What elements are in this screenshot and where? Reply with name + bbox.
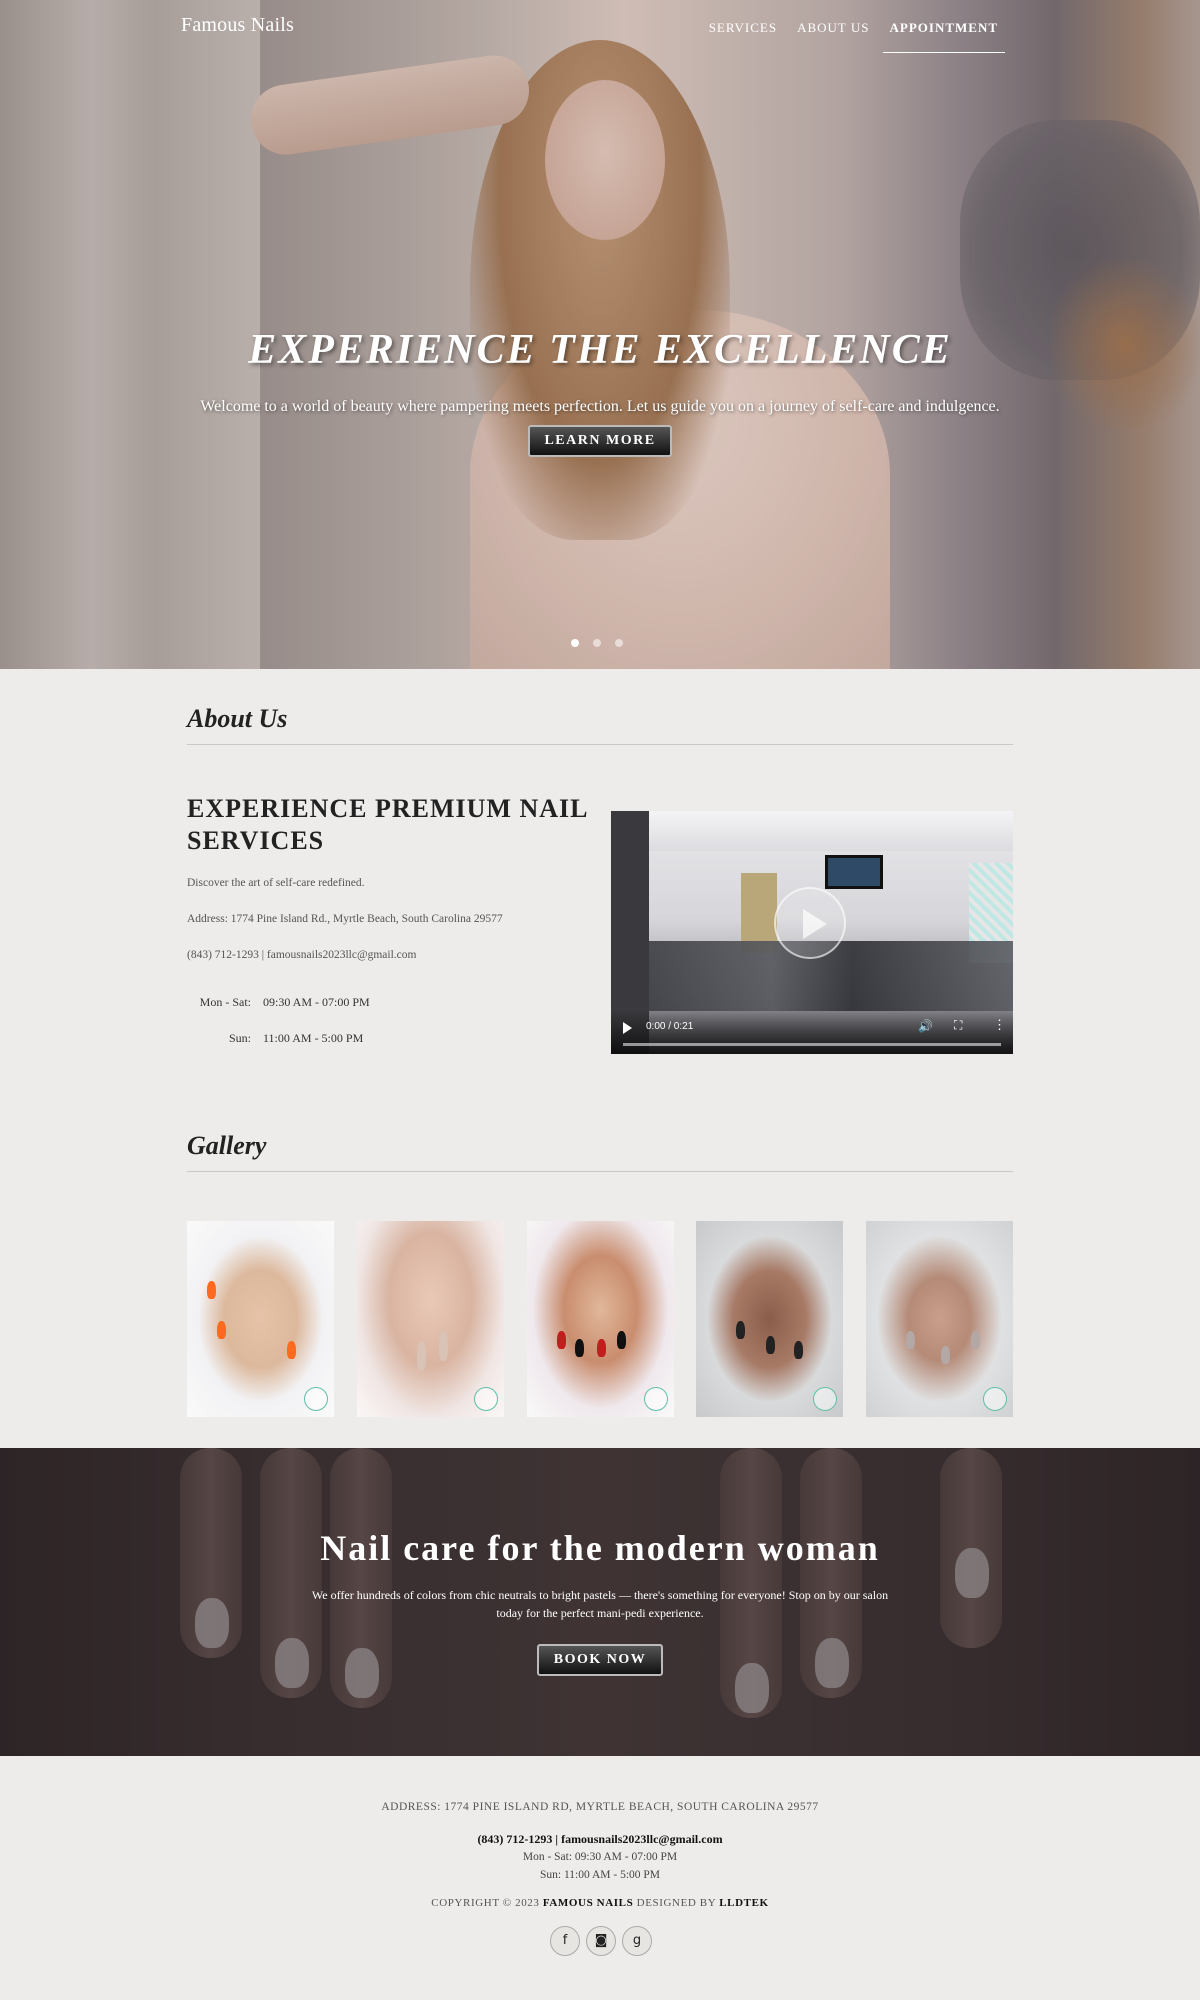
nail-shape: [207, 1281, 216, 1299]
footer-contact[interactable]: (843) 712-1293 | famousnails2023llc@gmai…: [0, 1832, 1200, 1847]
gallery-image[interactable]: [187, 1221, 334, 1417]
nail-shape: [438, 1331, 448, 1361]
gallery-heading: Gallery: [187, 1131, 1013, 1172]
about-title: EXPERIENCE PREMIUM NAIL SERVICES: [187, 794, 588, 855]
footer-copyright: COPYRIGHT © 2023 FAMOUS NAILS DESIGNED B…: [0, 1897, 1200, 1909]
nail-shape: [574, 1339, 584, 1357]
about-tagline: Discover the art of self-care redefined.: [187, 877, 365, 889]
salon-watermark-logo: [813, 1387, 838, 1411]
nail-shape: [217, 1321, 226, 1339]
copyright-middle: DESIGNED BY: [636, 1897, 716, 1909]
copyright-designer[interactable]: LLDTEK: [719, 1897, 768, 1909]
gallery-image[interactable]: [866, 1221, 1013, 1417]
slider-dot-1[interactable]: [571, 639, 579, 647]
learn-more-button[interactable]: LEARN MORE: [528, 425, 672, 457]
nail-shape: [736, 1321, 746, 1339]
nav-appointment[interactable]: APPOINTMENT: [882, 16, 1005, 53]
salon-watermark-logo: [473, 1387, 498, 1411]
salon-watermark-logo: [983, 1387, 1007, 1411]
nail-shape: [971, 1331, 980, 1349]
google-icon[interactable]: g: [622, 1926, 652, 1956]
salon-watermark-logo: [304, 1387, 328, 1411]
nail-shape: [906, 1331, 915, 1349]
brand-logo-text[interactable]: Famous Nails: [181, 14, 294, 37]
footer-address: ADDRESS: 1774 PINE ISLAND RD, MYRTLE BEA…: [381, 1801, 819, 1813]
video-play-overlay-icon[interactable]: [774, 887, 846, 959]
social-links: f ◙ g: [550, 1926, 652, 1956]
salon-watermark-logo: [643, 1387, 668, 1411]
promo-text: We offer hundreds of colors from chic ne…: [311, 1588, 889, 1620]
main-nav: SERVICES ABOUT US APPOINTMENT: [696, 16, 1005, 53]
business-hours: Mon - Sat: 09:30 AM - 07:00 PM Sun: 11:0…: [187, 995, 370, 1067]
nail-shape: [287, 1341, 296, 1359]
nail-shape: [596, 1339, 606, 1357]
hours-time: 09:30 AM - 07:00 PM: [263, 995, 370, 1009]
hours-day: Mon - Sat:: [199, 995, 251, 1009]
volume-icon[interactable]: 🔊: [918, 1019, 933, 1033]
nail-shape: [416, 1341, 426, 1371]
video-time: 0:00 / 0:21: [646, 1021, 694, 1032]
nav-about-us[interactable]: ABOUT US: [790, 16, 876, 53]
promo-title: Nail care for the modern woman: [320, 1528, 880, 1568]
hero-slider: Famous Nails SERVICES ABOUT US APPOINTME…: [0, 0, 1200, 669]
copyright-prefix: COPYRIGHT © 2023: [431, 1897, 540, 1909]
nail-shape: [556, 1331, 566, 1349]
gallery-grid: [187, 1221, 1013, 1417]
hero-title: EXPERIENCE THE EXCELLENCE: [248, 327, 952, 373]
copyright-brand[interactable]: FAMOUS NAILS: [543, 1897, 633, 1909]
video-frame-tv: [825, 855, 883, 889]
hours-time: 11:00 AM - 5:00 PM: [263, 1031, 364, 1045]
about-heading: About Us: [187, 704, 1013, 745]
facebook-icon[interactable]: f: [550, 1926, 580, 1956]
fullscreen-icon[interactable]: ⛶: [954, 1018, 962, 1033]
instagram-icon[interactable]: ◙: [586, 1926, 616, 1956]
footer-hours-sunday: Sun: 11:00 AM - 5:00 PM: [539, 1869, 661, 1881]
gallery-image[interactable]: [526, 1221, 674, 1417]
promo-banner: Nail care for the modern woman We offer …: [0, 1448, 1200, 1756]
play-icon[interactable]: [623, 1022, 632, 1034]
book-now-button[interactable]: BOOK NOW: [537, 1644, 663, 1676]
more-options-icon[interactable]: ⋮: [993, 1017, 1006, 1033]
nav-services[interactable]: SERVICES: [702, 16, 784, 53]
hours-day: Sun:: [228, 1031, 251, 1045]
about-contact: (843) 712-1293 | famousnails2023llc@gmai…: [187, 949, 417, 961]
footer-hours-weekday: Mon - Sat: 09:30 AM - 07:00 PM: [522, 1851, 678, 1863]
footer: ADDRESS: 1774 PINE ISLAND RD, MYRTLE BEA…: [0, 1756, 1200, 2000]
slider-dot-3[interactable]: [615, 639, 623, 647]
video-progress-bar[interactable]: [623, 1043, 1001, 1046]
slider-dots: [571, 639, 623, 647]
nail-shape: [616, 1331, 626, 1349]
about-address: Address: 1774 Pine Island Rd., Myrtle Be…: [187, 913, 503, 925]
nail-shape: [794, 1341, 804, 1359]
gallery-image[interactable]: [696, 1221, 844, 1417]
nail-shape: [766, 1336, 776, 1354]
video-frame-ceiling: [611, 811, 1013, 851]
video-controls: 0:00 / 0:21 🔊 ⛶ ⋮: [611, 1010, 1013, 1054]
nail-shape: [941, 1346, 950, 1364]
gallery-image[interactable]: [356, 1221, 504, 1417]
hours-row: Sun: 11:00 AM - 5:00 PM: [187, 1031, 370, 1067]
hours-row: Mon - Sat: 09:30 AM - 07:00 PM: [187, 995, 370, 1031]
salon-video-player[interactable]: 0:00 / 0:21 🔊 ⛶ ⋮: [611, 811, 1013, 1054]
slider-dot-2[interactable]: [593, 639, 601, 647]
hero-subtitle: Welcome to a world of beauty where pampe…: [200, 398, 1000, 415]
